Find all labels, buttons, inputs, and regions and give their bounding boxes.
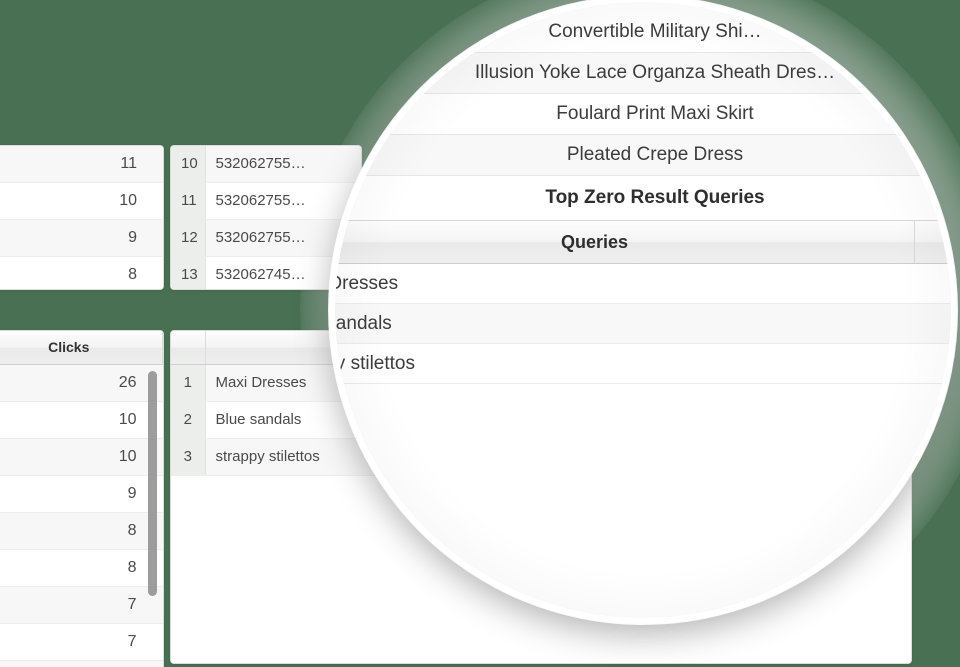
cell-query: Blue sandals (335, 313, 392, 334)
table-row[interactable]: 9 (0, 219, 163, 257)
table-row[interactable]: 8 (0, 256, 163, 289)
left-bottom-panel: Clicks 26 10 10 9 8 8 7 7 (0, 330, 164, 667)
magnified-query-row[interactable]: Blue sandals 0 (335, 304, 951, 344)
column-header-queries[interactable]: Queries (335, 221, 915, 263)
cell-value: 11 (0, 146, 163, 183)
cell-index: 11 (171, 182, 206, 220)
cell-clicks: 8 (0, 512, 163, 550)
cell-index: 2 (171, 401, 206, 439)
cell-value: 9 (0, 219, 163, 257)
table-header-row: Clicks (0, 331, 163, 365)
cell-hits: 0 (915, 304, 951, 343)
magnifier-content: Convertible Military Shi… Illusion Yoke … (335, 2, 951, 618)
magnified-row[interactable]: 5… Foulard Print Maxi Skirt (335, 94, 951, 135)
table-row[interactable]: 26 (0, 364, 163, 402)
left-bottom-table: Clicks 26 10 10 9 8 8 7 7 (0, 331, 163, 667)
cell-query: strappy stilettos (205, 438, 355, 476)
magnified-row[interactable]: Convertible Military Shi… (335, 12, 951, 53)
table-row[interactable]: 10 532062755… (171, 146, 361, 183)
cell-clicks: 7 (0, 586, 163, 624)
column-header-hits[interactable]: Hits (915, 221, 951, 263)
cell-query: strappy stilettos (335, 353, 415, 374)
magnified-row[interactable]: 2745… Pleated Crepe Dress (335, 135, 951, 176)
row-product-name: Illusion Yoke Lace Organza Sheath Dres… (474, 62, 836, 83)
table-row[interactable]: 7 (0, 623, 163, 661)
left-top-panel: 11 10 9 8 (0, 145, 164, 290)
screenshot-stage: 11 10 9 8 10 532062755… 11 532062755… 12 (0, 0, 960, 667)
table-row[interactable]: 7 (0, 660, 163, 667)
table-row[interactable]: 11 532062755… (171, 182, 361, 220)
magnified-query-row[interactable]: Maxi Dresses 0 (335, 264, 951, 304)
cell-query: Maxi Dresses (205, 364, 355, 402)
table-row[interactable]: 9 (0, 475, 163, 513)
column-header-index[interactable] (171, 331, 206, 365)
cell-clicks: 8 (0, 549, 163, 587)
cell-index: 1 (171, 364, 206, 402)
row-product-name: Pleated Crepe Dress (566, 144, 744, 165)
cell-query: Maxi Dresses (335, 273, 399, 294)
magnified-table-header: Queries Hits (335, 220, 951, 264)
magnifier-lens[interactable]: Convertible Military Shi… Illusion Yoke … (329, 0, 957, 624)
magnified-product-rows: Convertible Military Shi… Illusion Yoke … (335, 2, 951, 384)
cell-hits: 0 (915, 344, 951, 383)
column-header-clicks[interactable]: Clicks (0, 331, 163, 365)
left-bottom-table-head: Clicks (0, 331, 163, 365)
cell-index: 13 (171, 256, 206, 289)
cell-clicks: 10 (0, 401, 163, 439)
table-row[interactable]: 10 (0, 438, 163, 476)
table-row[interactable]: 8 (0, 549, 163, 587)
table-row[interactable]: 12 532062755… (171, 219, 361, 257)
table-row[interactable]: … 8 (0, 512, 163, 550)
magnified-query-row[interactable]: strappy stilettos 0 (335, 344, 951, 384)
cell-clicks: 9 (0, 475, 163, 513)
cell-clicks: 26 (0, 364, 163, 402)
cell-index: 12 (171, 219, 206, 257)
table-row[interactable]: 7 (0, 586, 163, 624)
cell-clicks: 10 (0, 438, 163, 476)
cell-hits: 0 (915, 264, 951, 303)
table-row[interactable]: 10 (0, 401, 163, 439)
row-lead: 2745… (335, 135, 389, 175)
row-lead: 5… (335, 94, 389, 134)
cell-index: 10 (171, 146, 206, 183)
table-row[interactable]: 10 (0, 182, 163, 220)
cell-clicks: 7 (0, 623, 163, 661)
vertical-scrollbar[interactable] (148, 371, 157, 596)
cell-value: 8 (0, 256, 163, 289)
left-bottom-table-body: 26 10 10 9 … 8 (0, 364, 163, 667)
left-top-table-body: 11 10 9 8 (0, 146, 163, 289)
magnified-panel-title: Top Zero Result Queries (335, 176, 951, 220)
magnified-row[interactable]: Illusion Yoke Lace Organza Sheath Dres… (335, 53, 951, 94)
cell-query: Blue sandals (205, 401, 355, 439)
row-product-name: Convertible Military Shi… (548, 21, 762, 42)
cell-value: 10 (0, 182, 163, 220)
left-top-table: 11 10 9 8 (0, 146, 163, 289)
cell-index: 3 (171, 438, 206, 476)
table-row[interactable]: 11 (0, 146, 163, 183)
cell-clicks: 7 (0, 660, 163, 667)
row-product-name: Foulard Print Maxi Skirt (556, 103, 754, 124)
